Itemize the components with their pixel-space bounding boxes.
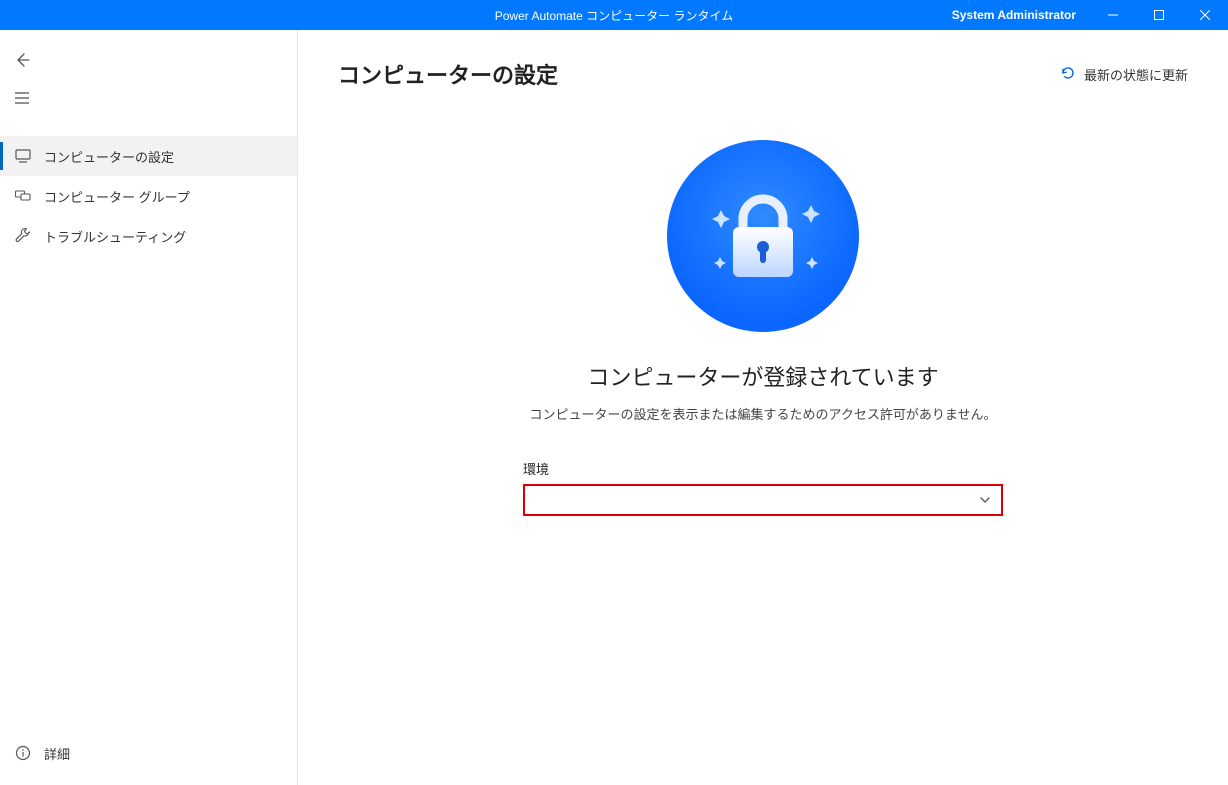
status-medallion	[667, 140, 859, 332]
refresh-button[interactable]: 最新の状態に更新	[1060, 65, 1188, 84]
account-name[interactable]: System Administrator	[938, 0, 1090, 30]
environment-label: 環境	[523, 459, 1003, 478]
computer-group-icon	[14, 187, 32, 205]
window-close-button[interactable]	[1182, 0, 1228, 30]
title-bar: Power Automate コンピューター ランタイム System Admi…	[0, 0, 1228, 30]
environment-field: 環境	[523, 459, 1003, 516]
page-title: コンピューターの設定	[338, 58, 558, 90]
arrow-left-icon	[14, 52, 30, 68]
body: コンピューターの設定 コンピューター グループ トラブルシューティング	[0, 30, 1228, 785]
main: コンピューターの設定 最新の状態に更新	[298, 30, 1228, 785]
info-icon	[14, 744, 32, 762]
nav-item-label: 詳細	[44, 744, 70, 763]
nav-item-computer-settings[interactable]: コンピューターの設定	[0, 136, 297, 176]
sidebar-bottom: 詳細	[0, 721, 297, 785]
window-title: Power Automate コンピューター ランタイム	[495, 7, 733, 24]
close-icon	[1200, 10, 1210, 20]
status-title: コンピューターが登録されています	[587, 360, 938, 392]
nav-item-details[interactable]: 詳細	[0, 733, 297, 773]
minimize-icon	[1108, 10, 1118, 20]
wrench-icon	[14, 227, 32, 245]
hamburger-button[interactable]	[0, 80, 44, 116]
sidebar: コンピューターの設定 コンピューター グループ トラブルシューティング	[0, 30, 298, 785]
status-area: コンピューターが登録されています コンピューターの設定を表示または編集するための…	[338, 140, 1188, 516]
nav-item-computer-group[interactable]: コンピューター グループ	[0, 176, 297, 216]
environment-dropdown[interactable]	[523, 484, 1003, 516]
sidebar-top	[0, 30, 297, 116]
refresh-icon	[1060, 65, 1076, 84]
maximize-icon	[1154, 10, 1164, 20]
window-maximize-button[interactable]	[1136, 0, 1182, 30]
window-minimize-button[interactable]	[1090, 0, 1136, 30]
lock-icon	[688, 161, 838, 311]
title-bar-right: System Administrator	[938, 0, 1228, 30]
status-description: コンピューターの設定を表示または編集するためのアクセス許可がありません。	[530, 404, 997, 423]
nav-item-label: コンピューターの設定	[44, 147, 174, 166]
content-header: コンピューターの設定 最新の状態に更新	[338, 58, 1188, 90]
nav: コンピューターの設定 コンピューター グループ トラブルシューティング	[0, 136, 297, 256]
nav-item-troubleshooting[interactable]: トラブルシューティング	[0, 216, 297, 256]
nav-item-label: トラブルシューティング	[44, 227, 186, 246]
refresh-label: 最新の状態に更新	[1084, 65, 1188, 84]
nav-item-label: コンピューター グループ	[44, 187, 190, 206]
back-button[interactable]	[0, 42, 44, 78]
chevron-down-icon	[979, 494, 991, 506]
hamburger-icon	[14, 90, 30, 106]
monitor-icon	[14, 147, 32, 165]
